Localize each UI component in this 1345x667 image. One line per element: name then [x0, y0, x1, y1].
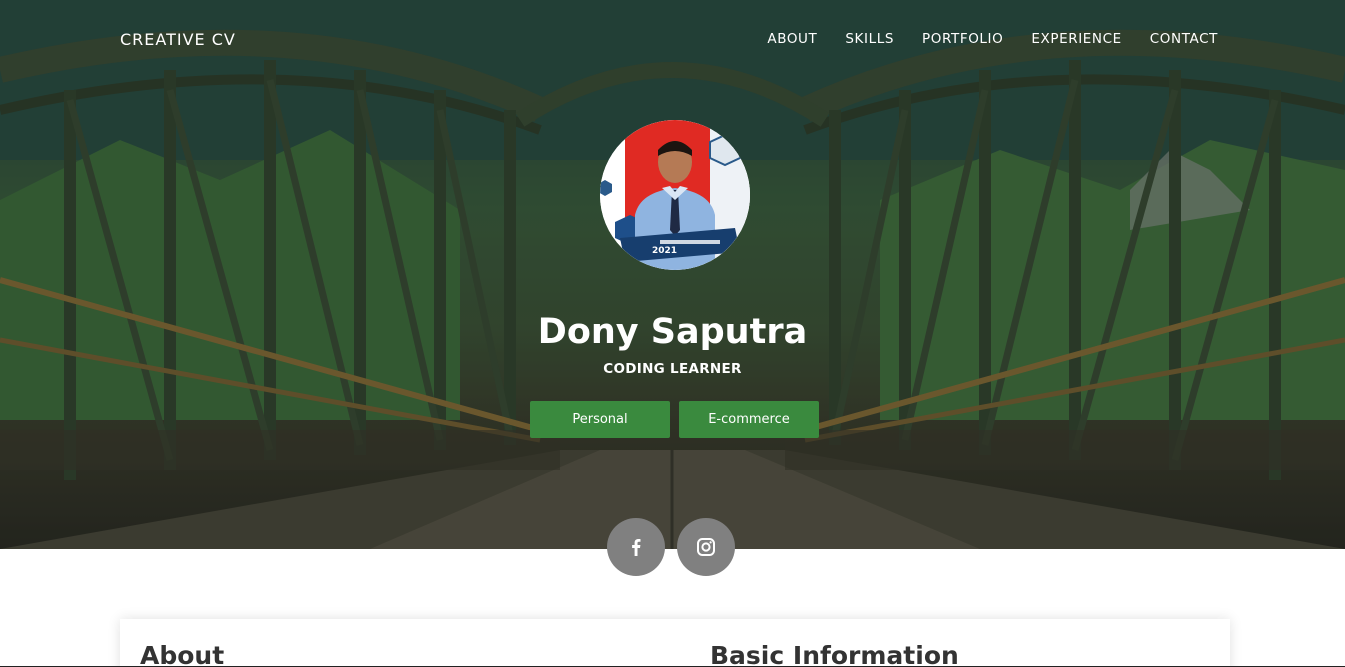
nav-about[interactable]: ABOUT [767, 31, 817, 47]
nav-portfolio[interactable]: PORTFOLIO [922, 31, 1003, 47]
instagram-icon [697, 538, 715, 556]
avatar: 2021 [600, 120, 750, 270]
profile-name: Dony Saputra [537, 312, 808, 352]
profile-photo: 2021 [600, 120, 750, 270]
ecommerce-button[interactable]: E-commerce [679, 401, 819, 438]
brand-logo[interactable]: CREATIVE CV [120, 30, 236, 49]
hero-banner [0, 0, 1345, 549]
facebook-button[interactable] [607, 518, 665, 576]
basic-information-heading: Basic Information [710, 641, 959, 667]
profile-subtitle: CODING LEARNER [603, 361, 742, 377]
nav-experience[interactable]: EXPERIENCE [1031, 31, 1121, 47]
nav-skills[interactable]: SKILLS [845, 31, 894, 47]
hero-overlay [0, 0, 1345, 549]
nav-contact[interactable]: CONTACT [1150, 31, 1218, 47]
info-card: About Basic Information [120, 619, 1230, 667]
avatar-year-text: 2021 [652, 246, 677, 256]
facebook-icon [632, 539, 641, 556]
personal-button[interactable]: Personal [530, 401, 670, 438]
instagram-button[interactable] [677, 518, 735, 576]
about-heading: About [140, 641, 225, 667]
top-nav: ABOUT SKILLS PORTFOLIO EXPERIENCE CONTAC… [767, 31, 1218, 47]
